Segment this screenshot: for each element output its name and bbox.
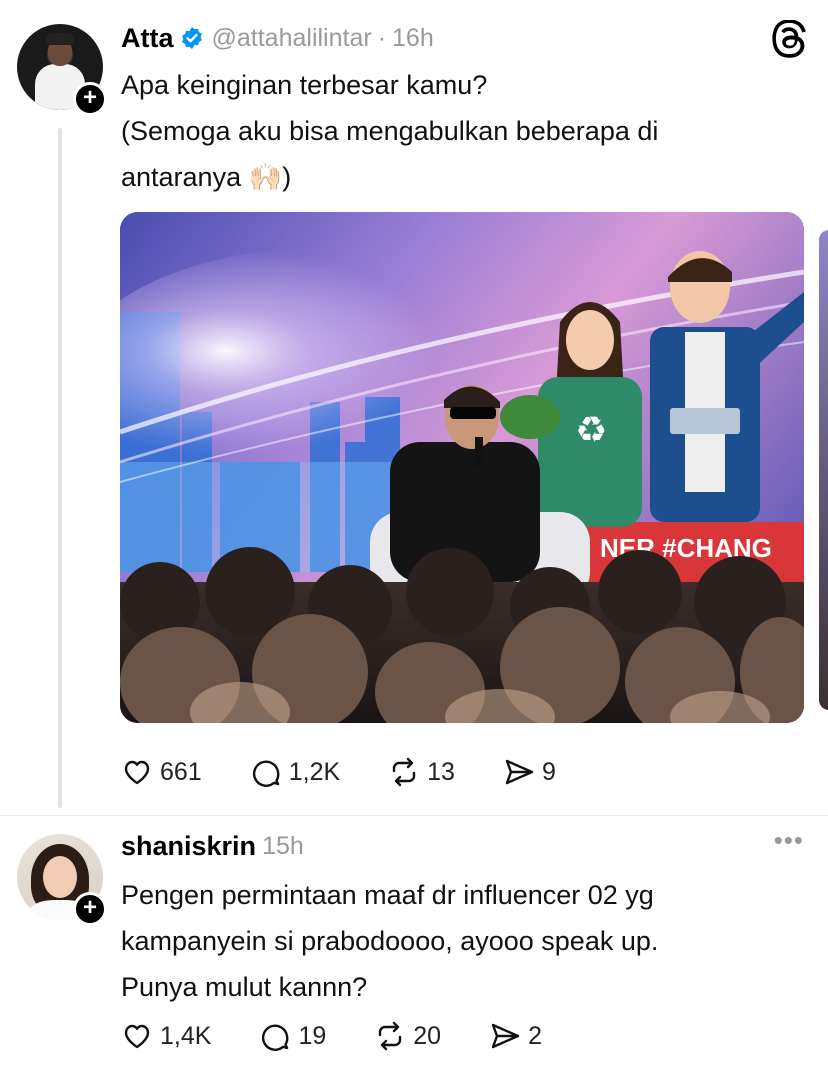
repost-button[interactable]: 13 [388,756,455,788]
share-icon [505,759,534,785]
repost-count: 13 [427,757,455,786]
comment-button[interactable]: 1,2K [250,756,340,788]
author-name[interactable]: shaniskrin [121,831,256,862]
comment-icon [252,760,280,787]
author-handle[interactable]: @attahalilintar [212,24,372,53]
reply-post: + shaniskrin 15h Pengen permintaan maaf … [0,815,828,1078]
repost-button[interactable]: 20 [374,1020,441,1052]
reply-header: shaniskrin 15h [121,826,304,866]
share-count: 9 [541,757,556,786]
more-icon[interactable]: ••• [774,827,804,853]
comment-icon [262,1024,289,1051]
next-image-peek[interactable] [819,230,828,710]
like-count: 1,4K [160,1021,212,1050]
follow-plus-icon[interactable]: + [73,82,107,116]
threads-logo-icon[interactable] [772,20,810,58]
reply-text-line: Punya mulut kannn? [121,972,368,1002]
shani-avatar-container[interactable]: + [17,834,107,926]
comment-count: 1,2K [288,757,341,786]
atta-avatar-container[interactable]: + [17,24,107,116]
reply-action-row: 1,4K 19 20 2 [121,1016,590,1056]
event-photo: NER #CHANG ♻ [120,212,804,723]
reply-text-line: kampanyein si prabodoooo, ayooo speak up… [121,926,659,956]
separator-dot: · [377,23,387,52]
repost-icon [379,1021,402,1051]
reply-text: Pengen permintaan maaf dr influencer 02 … [121,872,801,1010]
verified-icon [181,27,202,49]
like-button[interactable]: 661 [121,756,202,788]
thread-line [58,128,62,808]
author-name[interactable]: Atta [121,23,174,54]
post-image[interactable]: NER #CHANG ♻ [120,212,804,723]
share-count: 2 [528,1021,542,1050]
heart-icon [124,1024,150,1049]
share-button[interactable]: 9 [503,756,556,788]
post-header: Atta @attahalilintar · 16h [121,18,434,58]
post-time: 16h [392,23,434,52]
follow-plus-icon[interactable]: + [73,892,107,926]
post-text-line: Apa keinginan terbesar kamu? [121,70,488,100]
share-button[interactable]: 2 [489,1020,542,1052]
reply-text-line: Pengen permintaan maaf dr influencer 02 … [121,880,654,910]
comment-button[interactable]: 19 [259,1020,326,1052]
main-post: + Atta @attahalilintar · 16h Apa keingin… [0,0,828,815]
like-count: 661 [160,757,202,786]
comment-count: 19 [298,1021,327,1050]
repost-icon [392,757,416,787]
repost-count: 20 [413,1021,442,1050]
like-button[interactable]: 1,4K [121,1020,211,1052]
post-text: Apa keinginan terbesar kamu? (Semoga aku… [121,62,801,200]
heart-icon [124,760,150,785]
post-text-line: antaranya 🙌🏻) [121,162,292,192]
share-icon [491,1023,520,1049]
post-text-line: (Semoga aku bisa mengabulkan beberapa di [121,116,659,146]
main-action-row: 661 1,2K 13 9 [121,752,604,792]
post-time: 15h [262,831,304,860]
svg-text:♻: ♻ [575,410,607,451]
